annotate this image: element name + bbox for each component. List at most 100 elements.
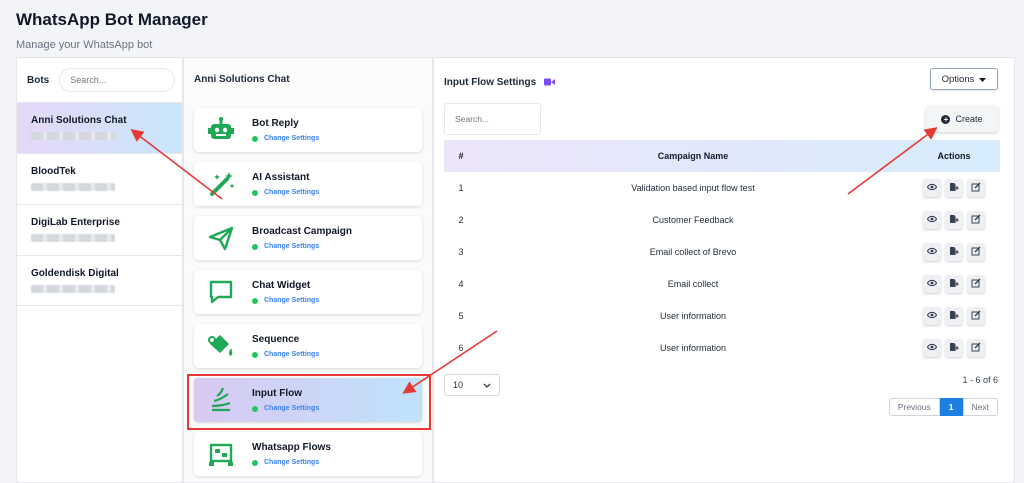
pagination: Previous 1 Next	[888, 398, 998, 416]
export-icon	[949, 214, 959, 226]
row-number: 5	[458, 311, 464, 321]
eye-button[interactable]	[923, 339, 941, 357]
row-actions	[908, 172, 1000, 204]
campaign-name: Email collect	[667, 279, 719, 289]
card-bot-reply[interactable]: Bot Reply Change Settings	[194, 108, 422, 152]
bot-number-blurred	[31, 234, 115, 242]
edit-button[interactable]	[967, 339, 985, 357]
card-title: Sequence	[252, 334, 300, 345]
table-row: 1 Validation based input flow test	[444, 172, 1000, 204]
row-actions	[908, 236, 1000, 268]
row-number: 6	[458, 343, 464, 353]
export-icon	[949, 278, 959, 290]
chevron-down-icon	[483, 380, 491, 390]
status-dot	[252, 243, 258, 250]
main-panel: Input Flow Settings Options + Create # C…	[433, 57, 1015, 483]
export-button[interactable]	[945, 179, 963, 197]
main-title-row: Input Flow Settings	[444, 73, 556, 91]
page-size-value: 10	[453, 380, 464, 390]
eye-button[interactable]	[923, 275, 941, 293]
campaign-name: Validation based input flow test	[631, 183, 755, 193]
row-actions	[908, 204, 1000, 236]
change-settings-link[interactable]: Change Settings	[252, 297, 319, 304]
eye-button[interactable]	[923, 307, 941, 325]
export-icon	[949, 342, 959, 354]
page-header: WhatsApp Bot Manager Manage your WhatsAp…	[16, 10, 208, 51]
edit-button[interactable]	[967, 211, 985, 229]
options-label: Options	[941, 73, 975, 85]
options-dropdown-button[interactable]: Options	[930, 68, 998, 90]
card-sequence[interactable]: Sequence Change Settings	[194, 324, 422, 368]
export-button[interactable]	[945, 275, 963, 293]
bot-item-digilab-enterprise[interactable]: DigiLab Enterprise	[17, 204, 182, 255]
next-page-button[interactable]: Next	[962, 398, 998, 416]
bot-item-bloodtek[interactable]: BloodTek	[17, 153, 182, 204]
export-button[interactable]	[945, 243, 963, 261]
bot-number-blurred	[31, 183, 115, 191]
edit-button[interactable]	[967, 243, 985, 261]
eye-icon	[926, 215, 938, 225]
header-number[interactable]: #	[444, 140, 478, 172]
create-label: Create	[955, 114, 983, 124]
table-row: 4 Email collect	[444, 268, 1000, 300]
bot-name: Anni Solutions Chat	[31, 115, 127, 126]
export-button[interactable]	[945, 211, 963, 229]
edit-button[interactable]	[967, 307, 985, 325]
card-title: Bot Reply	[252, 118, 299, 129]
bots-label: Bots	[27, 74, 50, 86]
table-row: 2 Customer Feedback	[444, 204, 1000, 236]
caret-down-icon	[979, 74, 987, 85]
campaign-name: User information	[659, 311, 727, 321]
header-actions: Actions	[937, 151, 971, 161]
eye-button[interactable]	[923, 243, 941, 261]
link-label: Change Settings	[264, 297, 320, 304]
change-settings-link[interactable]: Change Settings	[252, 459, 331, 466]
campaign-search-input[interactable]	[444, 103, 541, 135]
card-whatsapp-flows[interactable]: Whatsapp Flows Change Settings	[194, 432, 422, 476]
change-settings-link[interactable]: Change Settings	[252, 189, 319, 196]
table-row: 6 User information	[444, 332, 1000, 364]
bots-search-input[interactable]	[59, 68, 176, 92]
change-settings-link[interactable]: Change Settings	[252, 351, 319, 358]
previous-page-button[interactable]: Previous	[888, 398, 940, 416]
status-dot	[252, 189, 258, 196]
edit-button[interactable]	[967, 275, 985, 293]
link-label: Change Settings	[264, 459, 320, 466]
bot-item-anni-solutions-chat[interactable]: Anni Solutions Chat	[17, 102, 182, 153]
eye-icon	[926, 183, 938, 193]
bots-panel: Bots Anni Solutions Chat BloodTek DigiLa…	[16, 57, 183, 483]
create-button[interactable]: + Create	[926, 106, 998, 132]
edit-button[interactable]	[967, 179, 985, 197]
row-number: 4	[458, 279, 464, 289]
bot-number-blurred	[31, 132, 115, 140]
bot-number-blurred	[31, 285, 115, 293]
link-label: Change Settings	[264, 135, 320, 142]
export-button[interactable]	[945, 307, 963, 325]
link-label: Change Settings	[264, 243, 320, 250]
page-1-button[interactable]: 1	[939, 398, 963, 416]
change-settings-link[interactable]: Change Settings	[252, 243, 352, 250]
magic-wand-icon	[206, 169, 236, 199]
card-title: AI Assistant	[252, 172, 310, 183]
card-broadcast-campaign[interactable]: Broadcast Campaign Change Settings	[194, 216, 422, 260]
card-title: Broadcast Campaign	[252, 226, 353, 237]
chat-panel-title: Anni Solutions Chat	[194, 74, 290, 85]
status-dot	[252, 297, 258, 304]
campaign-table: # Campaign Name Actions 1 Validation base…	[444, 140, 1000, 364]
row-actions	[908, 300, 1000, 332]
eye-button[interactable]	[923, 179, 941, 197]
bot-item-goldendisk-digital[interactable]: Goldendisk Digital	[17, 255, 182, 306]
export-button[interactable]	[945, 339, 963, 357]
card-chat-widget[interactable]: Chat Widget Change Settings	[194, 270, 422, 314]
edit-icon	[971, 342, 981, 354]
change-settings-link[interactable]: Change Settings	[252, 135, 319, 142]
plus-circle-icon: +	[941, 114, 951, 124]
eye-button[interactable]	[923, 211, 941, 229]
edit-icon	[971, 310, 981, 322]
header-campaign-name[interactable]: Campaign Name	[478, 140, 908, 172]
card-ai-assistant[interactable]: AI Assistant Change Settings	[194, 162, 422, 206]
link-label: Change Settings	[264, 351, 320, 358]
page-size-select[interactable]: 10	[444, 374, 500, 396]
flow-icon	[206, 439, 236, 469]
campaign-name: User information	[659, 343, 727, 353]
